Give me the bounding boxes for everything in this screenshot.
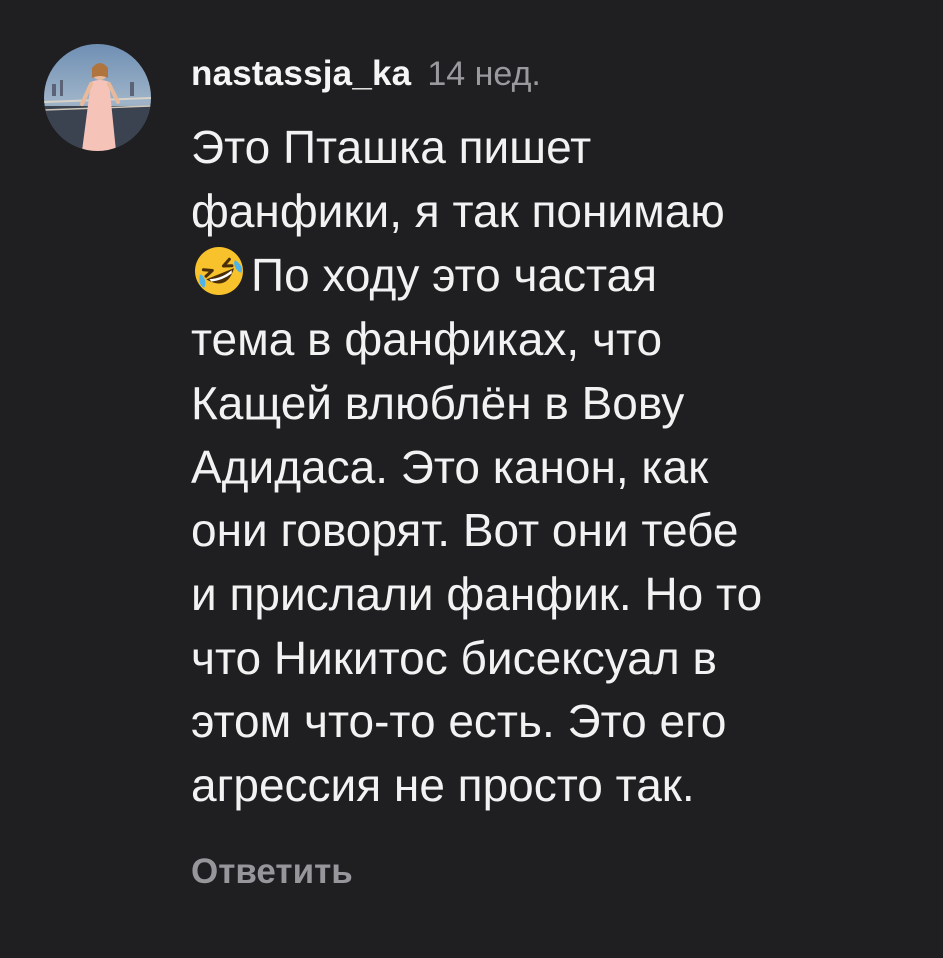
username-link[interactable]: nastassja_ka [191, 42, 411, 106]
comment-text: Это Пташка пишет фанфики, я так понимаю … [191, 116, 921, 818]
laughing-emoji-icon [191, 243, 247, 299]
comment-screen: nastassja_ka 14 нед. Это Пташка пишет фа… [0, 0, 943, 958]
reply-button[interactable]: Ответить [191, 852, 353, 892]
avatar[interactable] [44, 44, 151, 151]
comment-header: nastassja_ka 14 нед. [191, 42, 921, 106]
timestamp: 14 нед. [427, 55, 541, 93]
avatar-photo [44, 44, 151, 151]
comment-text-body: По ходу это частая тема в фанфиках, что … [191, 249, 763, 812]
comment-text-line-1: Это Пташка пишет фанфики, я так понимаю [191, 121, 725, 237]
comment-body: nastassja_ka 14 нед. Это Пташка пишет фа… [191, 42, 921, 891]
